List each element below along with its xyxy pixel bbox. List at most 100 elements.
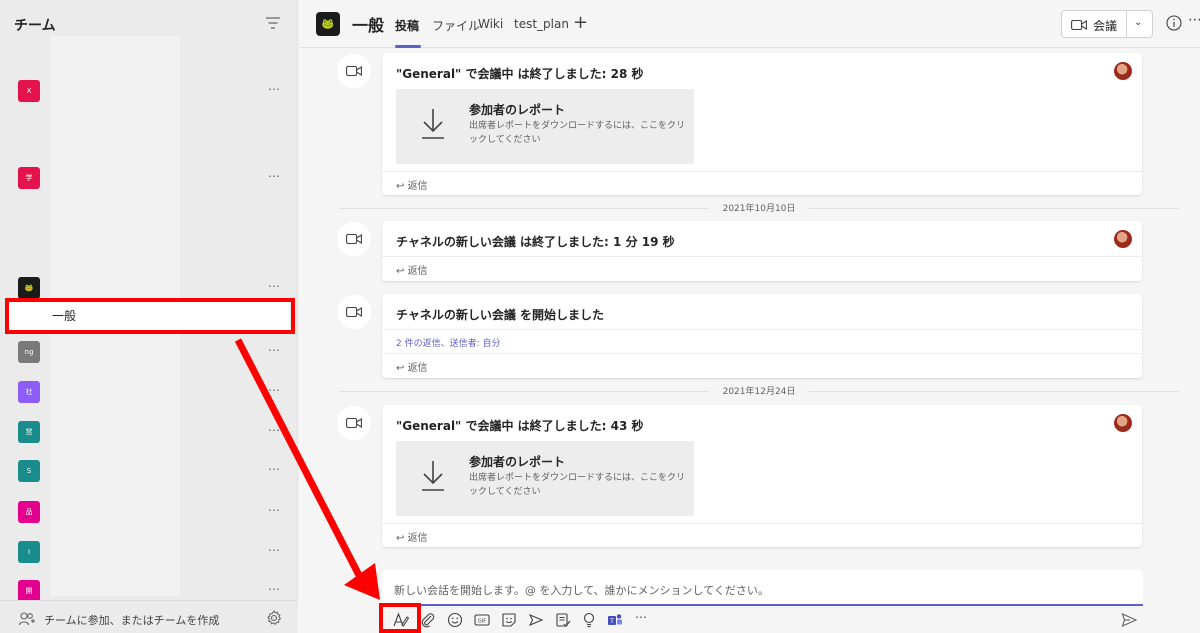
- filter-icon[interactable]: [266, 17, 280, 29]
- team-item[interactable]: 学 ⋯: [0, 167, 298, 197]
- team-item[interactable]: S ⋯: [0, 460, 298, 490]
- add-tab-icon[interactable]: +: [573, 12, 588, 33]
- meet-label: 会議: [1093, 19, 1118, 33]
- post-title: "General" で会議中 は終了しました: 43 秒: [396, 419, 644, 433]
- download-icon: [422, 109, 444, 139]
- more-options-icon[interactable]: ⋯: [635, 610, 647, 624]
- post-title: "General" で会議中 は終了しました: 28 秒: [396, 67, 644, 81]
- team-avatar: 品: [18, 501, 40, 523]
- compose-box[interactable]: 新しい会話を開始します。@ を入力して、誰かにメンションしてください。: [382, 570, 1143, 606]
- post-card: "General" で会議中 は終了しました: 43 秒 参加者のレポート 出席…: [382, 405, 1142, 547]
- post-title: チャネルの新しい会議 は終了しました: 1 分 19 秒: [396, 235, 675, 249]
- join-create-team-link[interactable]: チームに参加、またはチームを作成: [44, 612, 219, 628]
- reply-label: 返信: [407, 181, 428, 192]
- gear-icon[interactable]: [266, 610, 282, 626]
- date-label: 2021年10月10日: [709, 201, 809, 214]
- praise-icon[interactable]: [581, 612, 597, 628]
- team-avatar: 開: [18, 580, 40, 602]
- video-camera-icon: [1071, 19, 1087, 31]
- more-options-icon[interactable]: ⋯: [268, 503, 281, 517]
- attendance-report-card[interactable]: 参加者のレポート 出席者レポートをダウンロードするには、ここをクリックしてくださ…: [396, 89, 694, 164]
- conversation-feed: "General" で会議中 は終了しました: 28 秒 参加者のレポート 出席…: [299, 49, 1200, 569]
- reply-button[interactable]: ↩ 返信: [396, 359, 428, 374]
- info-icon[interactable]: [1166, 15, 1182, 31]
- chevron-down-icon[interactable]: ⌄: [1134, 17, 1142, 28]
- team-item[interactable]: 品 ⋯: [0, 501, 298, 531]
- report-title: 参加者のレポート: [469, 103, 566, 117]
- avatar: [1114, 62, 1132, 80]
- tab-posts[interactable]: 投稿: [395, 17, 419, 34]
- divider: [382, 329, 1142, 330]
- team-avatar: ng: [18, 341, 40, 363]
- meet-button[interactable]: 会議 ⌄: [1061, 10, 1153, 38]
- compose-placeholder: 新しい会話を開始します。@ を入力して、誰かにメンションしてください。: [394, 584, 769, 597]
- tab-files[interactable]: ファイル: [432, 17, 480, 34]
- send-icon[interactable]: [1121, 612, 1137, 628]
- meeting-icon: [337, 222, 371, 256]
- more-options-icon[interactable]: ⋯: [268, 543, 281, 557]
- meet-now-icon[interactable]: [528, 612, 544, 628]
- attendance-report-card[interactable]: 参加者のレポート 出席者レポートをダウンロードするには、ここをクリックしてくださ…: [396, 441, 694, 516]
- more-options-icon[interactable]: ⋯: [268, 169, 281, 183]
- team-item[interactable]: ng ⋯: [0, 341, 298, 371]
- team-avatar: 営: [18, 421, 40, 443]
- team-avatar: 学: [18, 167, 40, 189]
- more-options-icon[interactable]: ⋯: [268, 279, 281, 293]
- reply-label: 返信: [407, 363, 428, 374]
- more-options-icon[interactable]: ⋯: [268, 343, 281, 357]
- team-item[interactable]: 社 ⋯: [0, 381, 298, 411]
- reply-button[interactable]: ↩ 返信: [396, 529, 428, 544]
- divider: [382, 353, 1142, 354]
- more-options-icon[interactable]: ⋯: [268, 423, 281, 437]
- tab-wiki[interactable]: Wiki: [478, 17, 503, 31]
- people-add-icon: [19, 612, 35, 626]
- avatar: [1114, 230, 1132, 248]
- channel-avatar: 🐸: [316, 12, 340, 36]
- more-options-icon[interactable]: ⋯: [268, 383, 281, 397]
- channel-header: 🐸 一般 投稿 ファイル Wiki test_plan + 会議 ⌄ ⋯: [299, 0, 1200, 48]
- replies-link[interactable]: 2 件の返信、送信者: 自分: [396, 336, 500, 349]
- team-avatar: 🐸: [18, 277, 40, 299]
- post-card: チャネルの新しい会議 は終了しました: 1 分 19 秒 ↩ 返信: [382, 221, 1142, 281]
- more-options-icon[interactable]: ⋯: [268, 462, 281, 476]
- divider: [382, 256, 1142, 257]
- reply-label: 返信: [407, 533, 428, 544]
- divider: [382, 171, 1142, 172]
- avatar: [1114, 414, 1132, 432]
- more-options-icon[interactable]: ⋯: [1188, 12, 1200, 28]
- team-item[interactable]: X ⋯: [0, 80, 298, 110]
- gif-icon[interactable]: GIF: [474, 612, 490, 628]
- more-options-icon[interactable]: ⋯: [268, 82, 281, 96]
- active-tab-indicator: [395, 45, 421, 48]
- download-icon: [422, 461, 444, 491]
- teams-app-icon[interactable]: T: [607, 612, 623, 628]
- post-card: チャネルの新しい会議 を開始しました 2 件の返信、送信者: 自分 ↩ 返信: [382, 294, 1142, 378]
- reply-button[interactable]: ↩ 返信: [396, 262, 428, 277]
- report-title: 参加者のレポート: [469, 455, 566, 469]
- sticker-icon[interactable]: [501, 612, 517, 628]
- date-separator: 2021年10月10日: [339, 200, 1179, 216]
- attach-icon[interactable]: [420, 612, 436, 628]
- divider: [1126, 11, 1127, 37]
- meeting-icon: [337, 406, 371, 440]
- join-create-team-bar[interactable]: チームに参加、またはチームを作成: [0, 600, 298, 633]
- post-title: チャネルの新しい会議 を開始しました: [396, 308, 605, 322]
- panel-title: チーム: [14, 18, 56, 34]
- emoji-icon[interactable]: [447, 612, 463, 628]
- post-card: "General" で会議中 は終了しました: 28 秒 参加者のレポート 出席…: [382, 53, 1142, 195]
- date-separator: 2021年12月24日: [339, 383, 1179, 399]
- reply-button[interactable]: ↩ 返信: [396, 177, 428, 192]
- channel-title: 一般: [352, 16, 385, 35]
- team-avatar: I: [18, 541, 40, 563]
- report-description: 出席者レポートをダウンロードするには、ここをクリックしてください: [469, 121, 686, 145]
- approvals-icon[interactable]: [555, 612, 571, 628]
- more-options-icon[interactable]: ⋯: [268, 582, 281, 596]
- team-item[interactable]: 営 ⋯: [0, 421, 298, 451]
- team-item[interactable]: I ⋯: [0, 541, 298, 571]
- meeting-icon: [337, 295, 371, 329]
- meeting-icon: [337, 54, 371, 88]
- tab-test-plan[interactable]: test_plan: [514, 17, 569, 31]
- team-avatar: S: [18, 460, 40, 482]
- team-avatar: X: [18, 80, 40, 102]
- highlight-box: [379, 603, 421, 633]
